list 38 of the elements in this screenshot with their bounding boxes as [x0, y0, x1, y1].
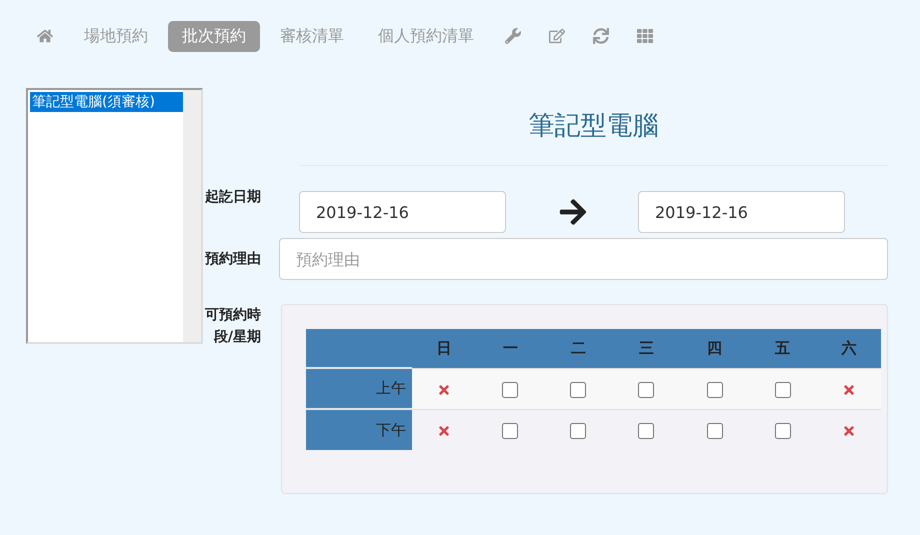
timeslot-checkbox[interactable] — [774, 382, 791, 398]
period-label: 上午 — [306, 368, 412, 409]
close-icon — [437, 424, 452, 438]
close-icon — [842, 424, 856, 438]
page-title: 筆記型電腦 — [299, 86, 888, 166]
timeslot-checkbox[interactable] — [502, 382, 518, 398]
nav-tab[interactable]: 批次預約 — [168, 20, 260, 52]
field-label: 預約理由 — [204, 250, 261, 269]
arrow-right-icon — [558, 197, 588, 227]
resource-listbox[interactable]: 筆記型電腦(須審核) — [26, 88, 203, 344]
nav-tab[interactable]: 審核清單 — [266, 20, 358, 52]
nav-tab[interactable]: 個人預約清單 — [364, 20, 488, 52]
timeslot-checkbox[interactable] — [774, 422, 791, 439]
timeslot-checkbox[interactable] — [570, 422, 586, 439]
close-icon — [842, 382, 856, 397]
day-header: 六 — [816, 329, 881, 368]
day-header: 四 — [680, 329, 749, 368]
timeslot-checkbox[interactable] — [638, 422, 654, 439]
timeslot-checkbox[interactable] — [706, 382, 723, 398]
field-label: 可預約時段/星期 — [204, 306, 261, 348]
timeslot-checkbox[interactable] — [706, 422, 723, 439]
start-date-field[interactable]: 2019-12-16 — [299, 191, 506, 233]
close-icon — [437, 382, 452, 397]
scrollbar[interactable] — [183, 90, 201, 342]
day-header: 五 — [748, 329, 817, 368]
timeslot-checkbox[interactable] — [570, 382, 586, 398]
list-item[interactable]: 筆記型電腦(須審核) — [30, 92, 183, 112]
day-header: 二 — [544, 329, 612, 368]
day-header: 一 — [476, 329, 544, 368]
end-date-field[interactable]: 2019-12-16 — [638, 191, 845, 233]
timeslot-checkbox[interactable] — [502, 422, 518, 439]
nav-tab[interactable]: 場地預約 — [70, 20, 162, 52]
reason-field[interactable]: 預約理由 — [279, 238, 888, 280]
period-label: 下午 — [306, 409, 412, 450]
day-header: 三 — [612, 329, 681, 368]
field-label: 起訖日期 — [204, 188, 261, 207]
timeslot-checkbox[interactable] — [638, 382, 654, 398]
day-header: 日 — [412, 329, 476, 368]
